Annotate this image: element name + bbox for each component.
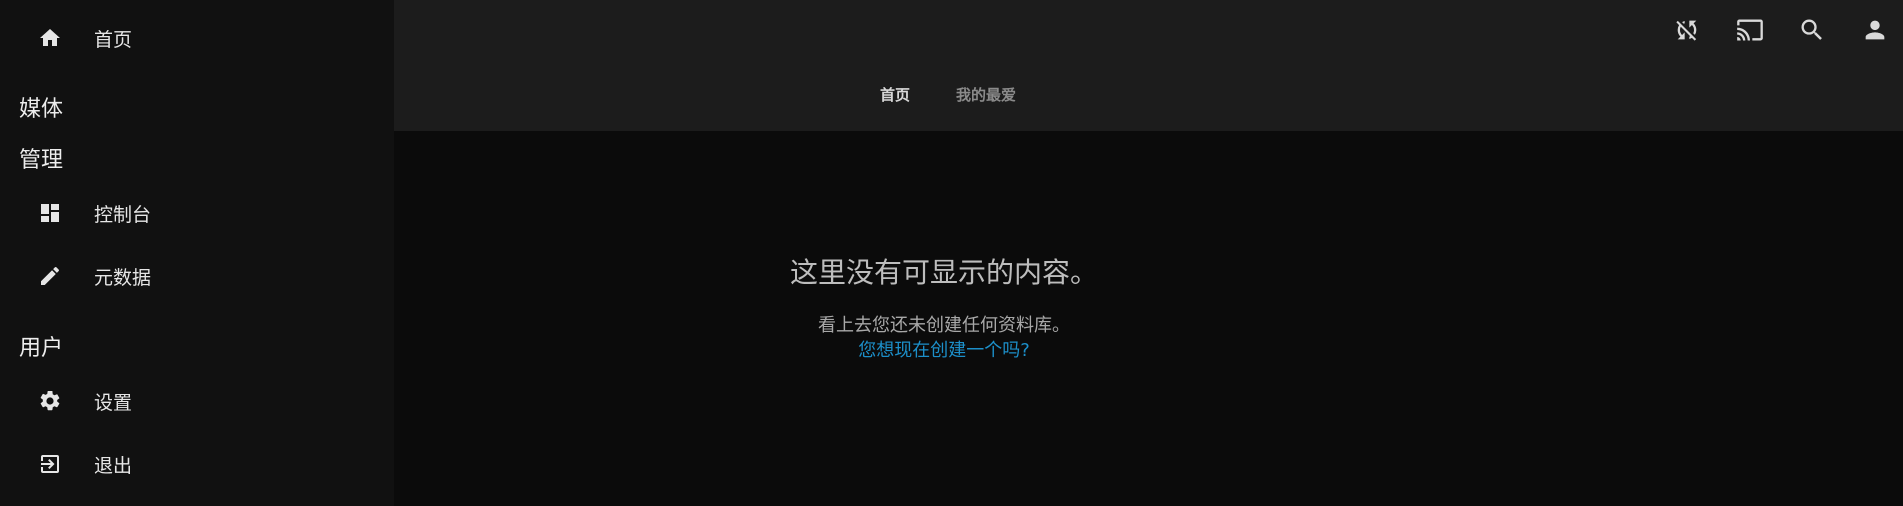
tab-favorites[interactable]: 我的最爱 xyxy=(956,84,1016,105)
dashboard-icon xyxy=(38,201,62,225)
sidebar-item-dashboard[interactable]: 控制台 xyxy=(0,187,394,239)
main-content: 这里没有可显示的内容。 看上去您还未创建任何资料库。 您想现在创建一个吗? xyxy=(394,131,1903,506)
gear-icon xyxy=(38,389,62,413)
section-header-admin: 管理 xyxy=(19,148,64,173)
sidebar-item-metadata[interactable]: 元数据 xyxy=(0,250,394,302)
search-button[interactable] xyxy=(1792,12,1832,52)
cast-icon xyxy=(1736,16,1764,48)
cast-button[interactable] xyxy=(1730,12,1770,52)
search-icon xyxy=(1798,16,1826,48)
sidebar: 首页 媒体 管理 控制台 元数据 用户 设置 退出 xyxy=(0,0,394,506)
app-window: 首页 媒体 管理 控制台 元数据 用户 设置 退出 首页 我的最爱 这里没有可显… xyxy=(0,0,1903,506)
home-icon xyxy=(38,26,62,50)
sync-disabled-button[interactable] xyxy=(1667,12,1707,52)
empty-state-description: 看上去您还未创建任何资料库。 xyxy=(818,315,1070,336)
sidebar-item-label: 退出 xyxy=(94,454,133,477)
tab-home[interactable]: 首页 xyxy=(880,84,910,105)
sync-disabled-icon xyxy=(1673,16,1701,48)
sidebar-item-settings[interactable]: 设置 xyxy=(0,375,394,427)
sidebar-item-label: 设置 xyxy=(94,391,133,414)
sidebar-item-logout[interactable]: 退出 xyxy=(0,438,394,490)
section-header-user: 用户 xyxy=(19,336,64,361)
sidebar-item-label: 首页 xyxy=(94,28,133,51)
edit-icon xyxy=(38,264,62,288)
tab-bar: 首页 我的最爱 xyxy=(880,84,1062,105)
section-header-media: 媒体 xyxy=(19,97,64,122)
user-icon xyxy=(1861,16,1889,48)
logout-icon xyxy=(38,452,62,476)
create-library-link[interactable]: 您想现在创建一个吗? xyxy=(394,336,1494,362)
sidebar-item-label: 元数据 xyxy=(94,266,152,289)
top-header: 首页 我的最爱 xyxy=(394,0,1903,131)
sidebar-item-home[interactable]: 首页 xyxy=(0,12,394,64)
sidebar-item-label: 控制台 xyxy=(94,203,152,226)
empty-state-title: 这里没有可显示的内容。 xyxy=(789,256,1098,289)
user-button[interactable] xyxy=(1855,12,1895,52)
